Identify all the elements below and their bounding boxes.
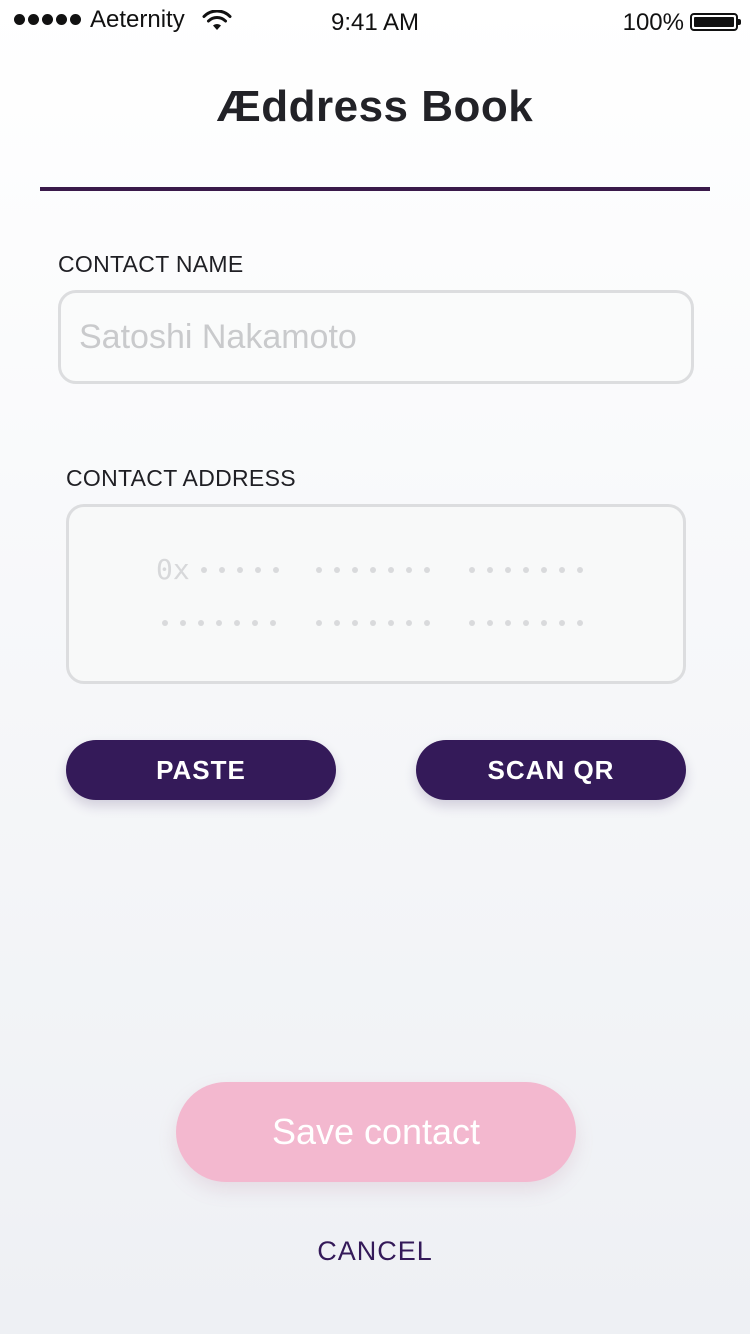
battery-percentage: 100% [622,9,684,36]
address-placeholder-dots [469,567,583,573]
address-placeholder-dots [316,620,430,626]
scan-qr-button[interactable]: SCAN QR [416,740,686,800]
header-divider [40,187,710,191]
battery-icon [690,13,741,31]
contact-name-label: CONTACT NAME [58,251,244,277]
address-placeholder-dots [162,620,276,626]
address-placeholder-dots [201,567,279,573]
status-bar: Aeternity 9:41 AM 100% [0,0,750,44]
address-placeholder-dots [469,620,583,626]
paste-button[interactable]: PASTE [66,740,336,800]
address-prefix: 0x [156,553,190,586]
save-contact-button[interactable]: Save contact [176,1082,576,1182]
contact-name-input[interactable] [79,293,669,381]
contact-name-field[interactable] [58,290,694,384]
page-title: Æddress Book [216,82,534,131]
contact-address-label: CONTACT ADDRESS [66,465,296,491]
address-placeholder-dots [316,567,430,573]
cancel-button[interactable]: CANCEL [0,1236,750,1267]
contact-address-field[interactable]: 0x [66,504,686,684]
battery-fill [694,17,734,27]
